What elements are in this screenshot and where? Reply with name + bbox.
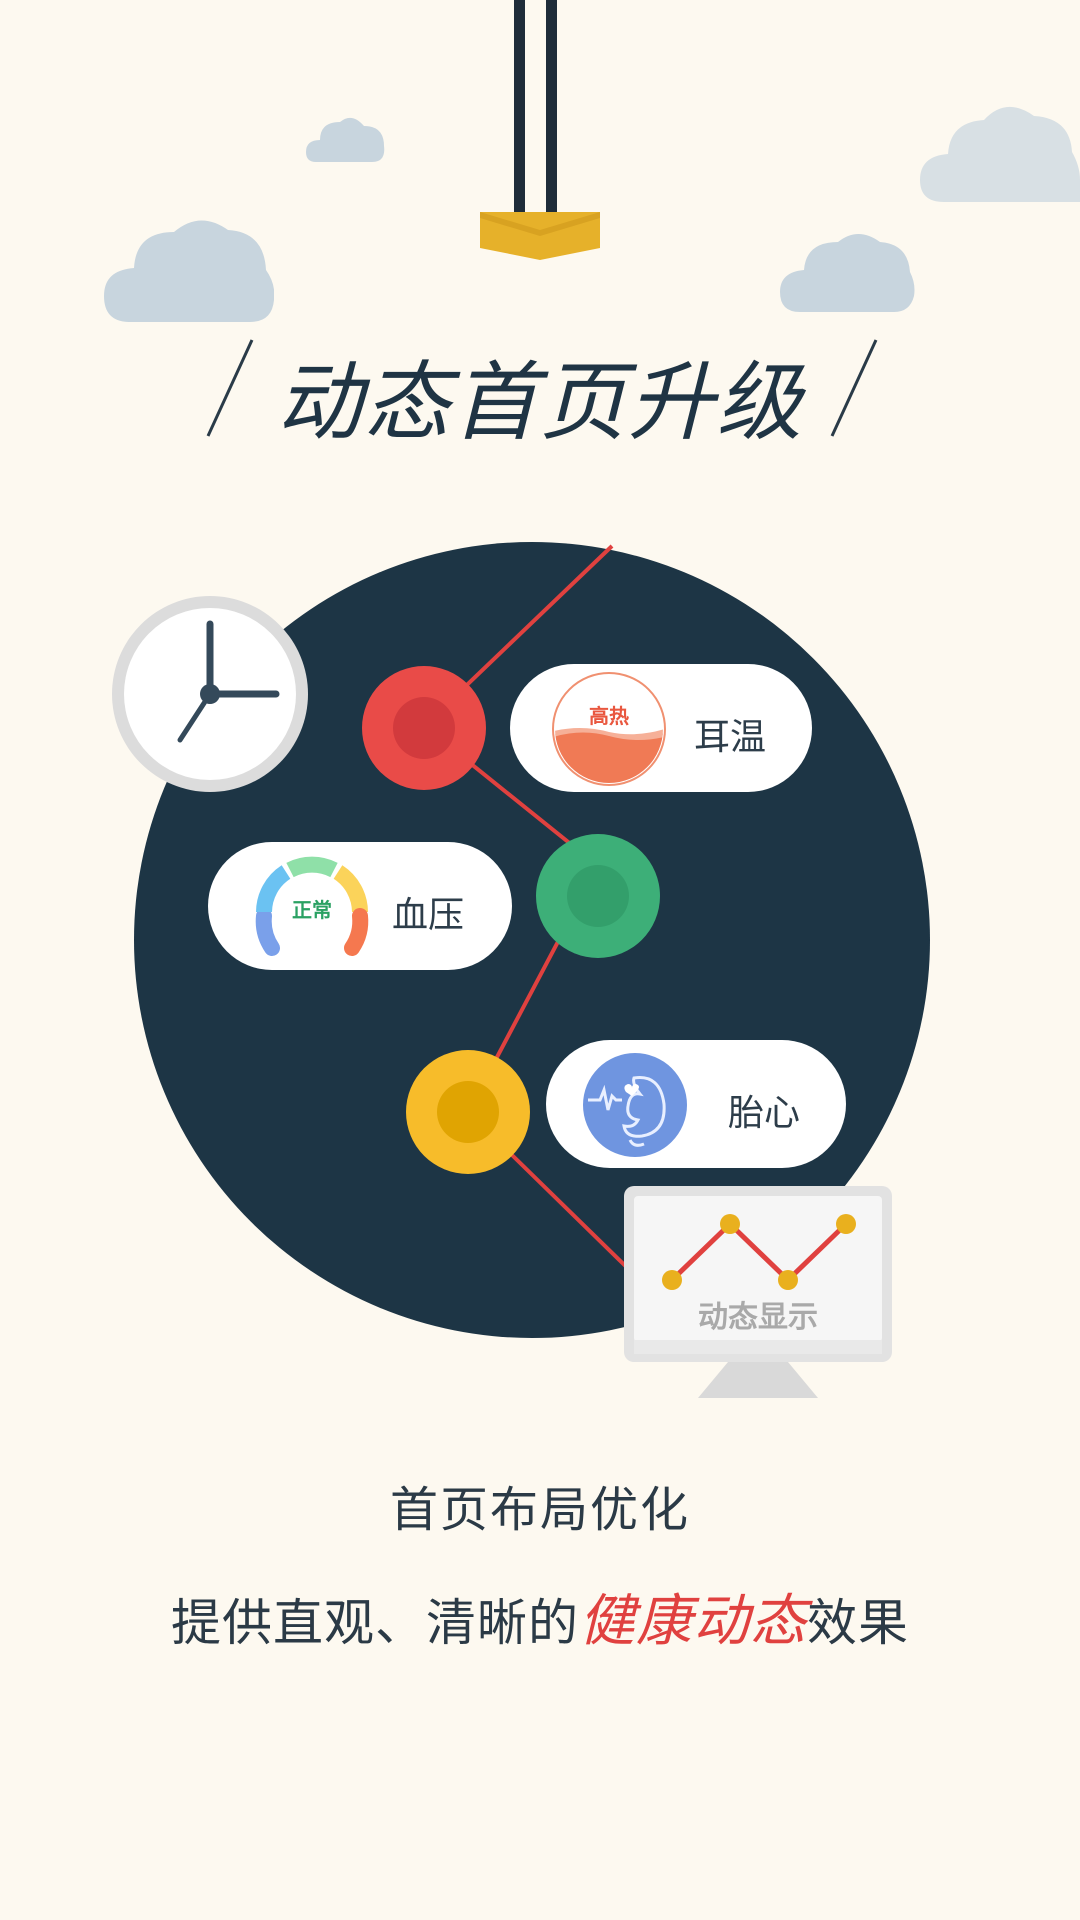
ear-temp-label: 耳温 [694,717,767,758]
subtitle-line-1: 首页布局优化 [389,1482,690,1538]
monitor-label: 动态显示 [698,1300,818,1335]
clock-icon [110,594,310,794]
node-fetal-heart [406,1050,530,1174]
subtitle-line-2-prefix: 提供直观、清晰的 [171,1594,579,1652]
fetal-heart-icon [582,1052,688,1158]
slash-right-decoration [830,339,878,437]
thermometer-badge-icon: 高热 [550,670,668,788]
subtitle-line-2-suffix: 效果 [807,1594,909,1652]
cloud-icon [306,112,386,164]
cloud-icon [104,214,274,324]
title-block: 动态首页升级 [0,318,1080,453]
fetal-heart-label: 胎心 [728,1093,801,1134]
cloud-icon [780,228,915,314]
feature-card-ear-temp: 高热 耳温 [510,664,812,792]
blood-pressure-label: 血压 [392,895,465,936]
blood-pressure-status: 正常 [292,898,332,922]
cloud-icon [920,96,1080,206]
feature-card-blood-pressure: 正常 血压 [208,842,512,970]
feature-card-fetal-heart: 胎心 [546,1040,846,1168]
node-ear-temp [362,666,486,790]
page-title: 动态首页升级 [276,353,804,453]
subtitle-line-2: 提供直观、清晰的健康动态效果 [0,1576,1080,1657]
node-blood-pressure [536,834,660,958]
ear-temp-status: 高热 [589,704,629,728]
monitor-icon: 动态显示 [622,1184,894,1404]
subtitle-highlight: 健康动态 [579,1589,807,1654]
down-arrow-icon [470,0,610,260]
gauge-badge-icon: 正常 [250,850,374,964]
